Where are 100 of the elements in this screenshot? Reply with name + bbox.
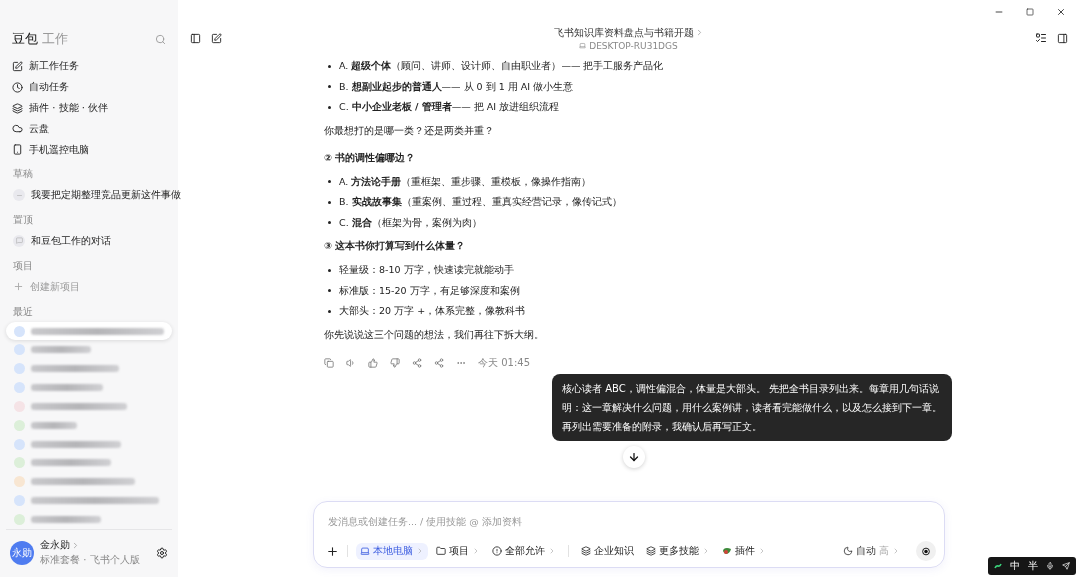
- device-label: DESKTOP-RU31DGS: [589, 40, 678, 51]
- paragraph: 你最想打的是哪一类？还是两类并重？: [324, 123, 495, 138]
- layers-icon: [646, 546, 656, 556]
- scroll-down-button[interactable]: [623, 445, 645, 468]
- blurred-title: [31, 421, 77, 429]
- chevron-icon: [758, 547, 766, 555]
- message-time: 今天 01:45: [478, 355, 530, 370]
- draft-icon: [13, 189, 25, 202]
- ime-mode[interactable]: 半: [1028, 559, 1038, 573]
- user-message: 核心读者 ABC，调性偏混合，体量是大部头。 先把全书目录列出来。每章用几句话说明：这一章解决什么问题，用什么案例讲，读者看完能做什么，以及怎么接到下一章。再列出需要准备的附录，我确认后再写正文。: [552, 373, 952, 441]
- paragraph: 你先说说这三个问题的想法，我们再往下拆大纲。: [324, 327, 545, 342]
- nav-item[interactable]: 云盘: [6, 118, 172, 140]
- pinned-item[interactable]: 和豆包工作的对话: [31, 233, 111, 248]
- panel-toggle-icon[interactable]: [1057, 32, 1068, 44]
- chevron-icon: [416, 547, 424, 555]
- bullet-dot: [328, 221, 331, 225]
- share-icon[interactable]: [434, 357, 444, 368]
- message-input[interactable]: 发消息或创建任务... / 使用技能 @ 添加资料: [326, 515, 936, 528]
- list-item: A. 方法论手册（重框架、重步骤、重模板，像操作指南）: [339, 174, 592, 189]
- bullet-dot: [328, 105, 331, 109]
- section-title: 最近: [12, 304, 34, 319]
- clock-icon: [12, 81, 23, 93]
- bullet-dot: [328, 85, 331, 89]
- speaker-icon[interactable]: [346, 357, 356, 368]
- recent-item[interactable]: [6, 321, 172, 341]
- tool-button[interactable]: 更多技能: [642, 542, 714, 560]
- chat-icon: [13, 234, 25, 247]
- section-title: 草稿: [12, 167, 34, 182]
- bullet-dot: [328, 64, 331, 68]
- tool-button[interactable]: 插件: [718, 542, 770, 560]
- chevron-icon: [702, 547, 710, 555]
- record-icon: [922, 545, 930, 557]
- question-heading: ③ 这本书你打算写到什么体量？: [324, 239, 467, 253]
- laptop-icon: [579, 42, 587, 49]
- ime-mode[interactable]: 中: [1010, 559, 1020, 573]
- list-item: 轻量级：8-10 万字，快速读完就能动手: [339, 263, 514, 277]
- section-title: 置顶: [12, 212, 34, 227]
- blurred-title: [31, 516, 101, 523]
- nav-item[interactable]: 自动任务: [6, 76, 172, 98]
- nav-item[interactable]: 手机遥控电脑: [6, 139, 172, 161]
- layers-icon: [12, 102, 23, 114]
- bullet-dot: [328, 289, 331, 293]
- list-item: B. 实战故事集（重案例、重过程、重真实经营记录，像传记式）: [339, 195, 622, 209]
- task-list-icon[interactable]: [1035, 32, 1047, 44]
- settings-icon[interactable]: [156, 546, 168, 559]
- sidebar-toggle-icon[interactable]: [190, 32, 201, 44]
- bullet-dot: [328, 268, 331, 272]
- tool-button[interactable]: 企业知识: [577, 542, 638, 560]
- thumbs-down-icon[interactable]: [390, 357, 400, 368]
- list-item: C. 混合（框架为骨，案例为肉）: [339, 215, 482, 230]
- chat-title[interactable]: 飞书知识库资料盘点与书籍开题: [553, 25, 694, 40]
- nav-item[interactable]: 插件 · 技能 · 伙伴: [6, 97, 172, 119]
- blurred-title: [31, 346, 91, 354]
- list-item: 标准版：15-20 万字，有足够深度和案例: [339, 283, 520, 298]
- plus-icon: [13, 281, 24, 293]
- laptop-icon: [360, 546, 370, 556]
- chevron-icon: [472, 547, 480, 555]
- bullet-dot: [328, 309, 331, 313]
- draft-item[interactable]: 我要把定期整理竞品更新这件事做: [31, 188, 181, 203]
- phone-icon: [12, 144, 23, 156]
- list-item: 大部头：20 万字 +，体系完整，像教科书: [339, 304, 526, 318]
- tool-button[interactable]: 全部允许: [488, 542, 560, 560]
- plan-label: 标准套餐 · 飞书个人版: [40, 553, 141, 567]
- chevron-icon: [892, 547, 900, 555]
- send-icon[interactable]: [1062, 562, 1070, 570]
- copy-icon[interactable]: [324, 357, 334, 368]
- tool-button[interactable]: 项目: [432, 542, 484, 560]
- mic-icon[interactable]: [1046, 562, 1054, 570]
- moon-icon: [843, 546, 853, 556]
- search-icon[interactable]: [155, 33, 166, 45]
- nav-item[interactable]: 新工作任务: [6, 56, 172, 77]
- bullet-dot: [328, 200, 331, 204]
- chevron-icon: [71, 540, 80, 550]
- thumbs-up-icon[interactable]: [368, 357, 378, 368]
- chevron-icon: [548, 547, 556, 555]
- folder-icon: [436, 546, 446, 556]
- app-logo: 豆包 工作: [12, 30, 69, 48]
- list-item: B. 想副业起步的普通人—— 从 0 到 1 用 AI 做小生意: [339, 79, 574, 94]
- new-chat-icon[interactable]: [211, 32, 222, 44]
- mode-selector[interactable]: 自动 高: [837, 543, 906, 559]
- edit-icon: [12, 60, 23, 72]
- leaf-icon: [722, 546, 732, 556]
- alert-icon: [492, 546, 502, 556]
- list-item: A. 超级个体（顾问、讲师、设计师、自由职业者）—— 把手工服务产品化: [339, 59, 664, 73]
- record-button[interactable]: [916, 541, 936, 561]
- maximize-icon[interactable]: [1026, 8, 1034, 16]
- arrow-down-icon: [628, 450, 640, 463]
- layers-icon: [581, 546, 591, 556]
- user-name[interactable]: 金永勋: [40, 538, 70, 552]
- section-title: 项目: [12, 258, 34, 273]
- bullet-dot: [328, 180, 331, 184]
- add-icon[interactable]: [326, 544, 339, 558]
- question-heading: ② 书的调性偏哪边？: [324, 150, 417, 165]
- close-icon[interactable]: [1056, 7, 1066, 17]
- avatar[interactable]: 永勋: [10, 540, 34, 565]
- list-item: C. 中小企业老板 / 管理者—— 把 AI 放进组织流程: [339, 100, 560, 114]
- tool-button[interactable]: 本地电脑: [356, 542, 428, 560]
- ime-logo-icon: [994, 562, 1002, 570]
- cloud-icon: [12, 123, 23, 135]
- blurred-title: [31, 384, 103, 392]
